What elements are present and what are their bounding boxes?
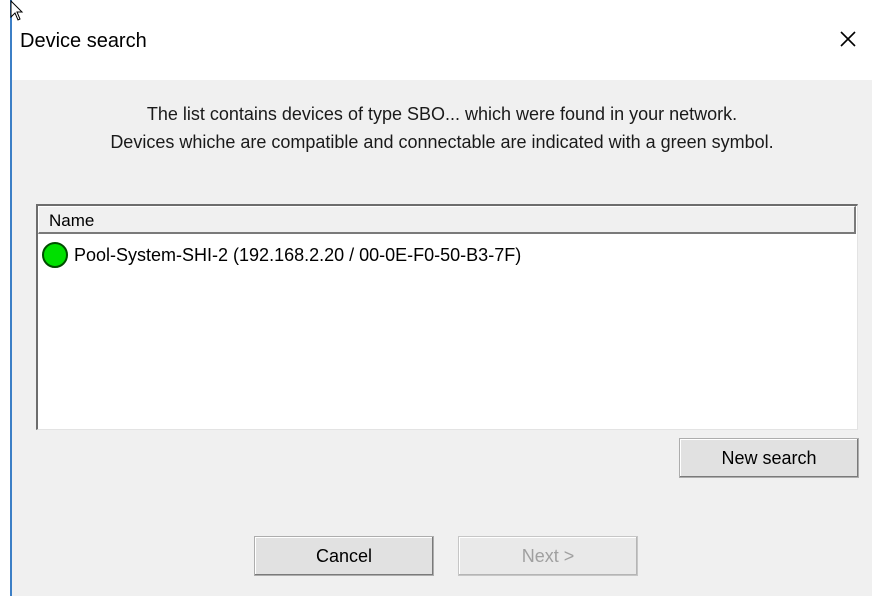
- new-search-button[interactable]: New search: [679, 438, 859, 478]
- description-line-2: Devices whiche are compatible and connec…: [110, 132, 774, 152]
- description-line-1: The list contains devices of type SBO...…: [146, 104, 738, 124]
- title-bar: Device search: [12, 0, 872, 80]
- window-left-border: [0, 0, 12, 596]
- column-header-label: Name: [49, 211, 95, 230]
- cancel-button[interactable]: Cancel: [254, 536, 434, 576]
- next-button[interactable]: Next >: [458, 536, 638, 576]
- close-icon: [840, 31, 856, 47]
- close-button[interactable]: [824, 18, 872, 60]
- description-text: The list contains devices of type SBO...…: [12, 100, 872, 156]
- green-circle-icon: [42, 242, 68, 268]
- list-item[interactable]: Pool-System-SHI-2 (192.168.2.20 / 00-0E-…: [42, 242, 521, 268]
- device-label: Pool-System-SHI-2 (192.168.2.20 / 00-0E-…: [74, 244, 522, 265]
- device-search-dialog: Device search The list contains devices …: [0, 0, 872, 596]
- dialog-body: The list contains devices of type SBO...…: [12, 80, 872, 596]
- window-title: Device search: [20, 30, 147, 52]
- device-list[interactable]: Name Pool-System-SHI-2 (192.168.2.20 / 0…: [36, 204, 858, 430]
- column-header-name[interactable]: Name: [38, 206, 856, 234]
